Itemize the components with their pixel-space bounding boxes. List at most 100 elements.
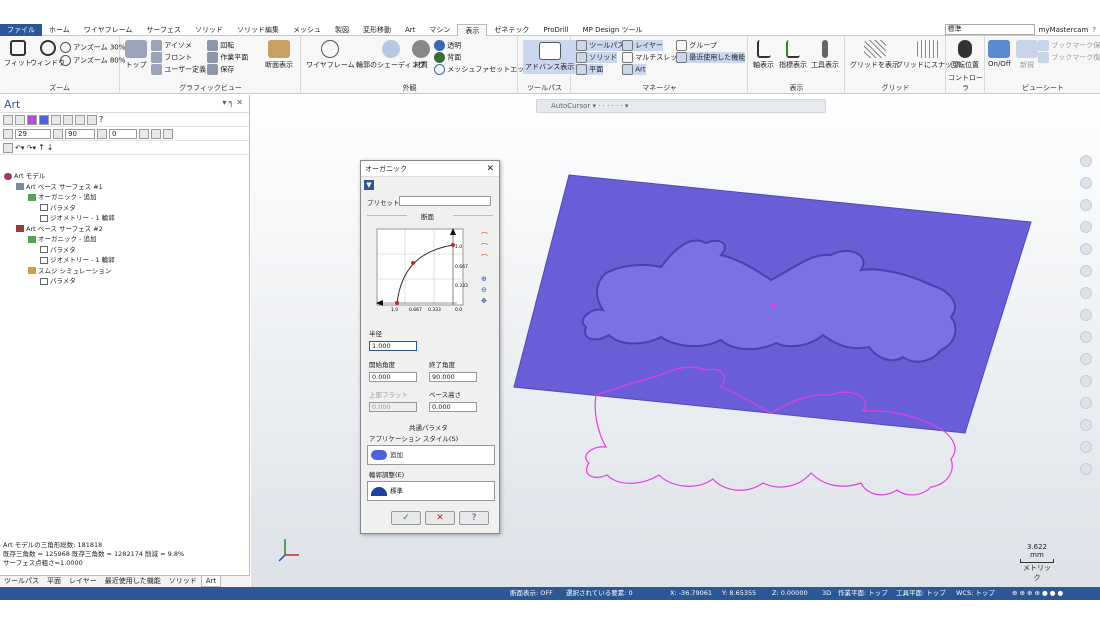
tab-prodrill[interactable]: ProDrill (536, 24, 575, 36)
manager-group[interactable]: グループ (676, 40, 717, 51)
help-icon[interactable]: ? (1092, 26, 1096, 34)
tree-node[interactable]: パラメタ (4, 276, 248, 287)
manager-art[interactable]: Art (622, 64, 646, 75)
manager-plane[interactable]: 平面 (576, 64, 604, 75)
tab-solid-edit[interactable]: ソリッド編集 (230, 24, 286, 36)
tab-wireframe[interactable]: ワイヤフレーム (77, 24, 140, 36)
help-button[interactable]: ? (459, 511, 489, 525)
view-control-icon[interactable] (1080, 287, 1092, 299)
panel-tool-icon[interactable] (3, 114, 13, 125)
panel-tool-icon[interactable] (39, 114, 49, 125)
base-height-input[interactable]: 0.000 (429, 402, 477, 412)
viewsheet-onoff-button[interactable]: On/Off (988, 40, 1011, 68)
zoom-out-icon[interactable]: ⊖ (481, 285, 493, 296)
help-icon[interactable]: ? (99, 115, 103, 124)
tab-machine[interactable]: マシン (422, 24, 457, 36)
view-status-icons[interactable]: ⊕ ⊕ ⊕ ⊕ ● ● ● (1012, 587, 1063, 600)
end-angle-input[interactable]: 90.000 (429, 372, 477, 382)
tab-file[interactable]: ファイル (0, 24, 42, 36)
viewsheet-new-button[interactable]: 新規 (1016, 40, 1038, 70)
translucent-button[interactable]: 透明 (434, 40, 461, 51)
tool-display-button[interactable]: 工具表示 (811, 40, 839, 70)
tree-node[interactable]: オーガニック - 追加 (4, 234, 248, 245)
move-down-icon[interactable]: ↓ (47, 143, 54, 152)
tab-view[interactable]: 表示 (457, 24, 488, 36)
view-control-icon[interactable] (1080, 353, 1092, 365)
manager-multithread[interactable]: マルチスレッド (622, 52, 684, 63)
tab-art[interactable]: Art (398, 24, 422, 36)
tab-toolpath[interactable]: ツールパス (0, 576, 43, 587)
radius-input[interactable]: 1.000 (369, 341, 417, 351)
view-control-icon[interactable] (1080, 375, 1092, 387)
cancel-button[interactable]: ✕ (425, 511, 455, 525)
front-view-button[interactable]: フロント (151, 52, 192, 63)
top-view-button[interactable]: トップ (125, 40, 147, 70)
view-control-icon[interactable] (1080, 155, 1092, 167)
angle1-input[interactable]: 29 (15, 128, 51, 139)
rotate-position-button[interactable]: 回転位置 (951, 40, 979, 70)
tree-node[interactable]: オーガニック - 追加 (4, 192, 248, 203)
start-angle-input[interactable]: 0.000 (369, 372, 417, 382)
pan-icon[interactable]: ✥ (481, 296, 493, 307)
panel-tool-icon[interactable] (3, 142, 13, 153)
work-plane-status[interactable]: 作業平面: トップ (838, 587, 888, 600)
guide-display-button[interactable]: 指標表示 (779, 40, 807, 70)
curve-tool-icon[interactable]: ⌒ (481, 253, 493, 264)
save-view-button[interactable]: 保存 (207, 64, 234, 75)
tree-node[interactable]: Art ベース サーフェス #2 (4, 224, 248, 235)
unzoom-80-button[interactable]: アンズーム 80% (60, 55, 125, 66)
curve-tool-icon[interactable]: ⌒ (481, 242, 493, 253)
bookmark-restore-button[interactable]: ブックマーク復元 (1038, 52, 1100, 63)
angle2-input[interactable]: 90 (65, 128, 95, 139)
mode-status[interactable]: 3D (822, 587, 831, 600)
close-icon[interactable]: ✕ (486, 161, 494, 177)
tree-node[interactable]: パラメタ (4, 245, 248, 256)
tab-drafting[interactable]: 製図 (328, 24, 356, 36)
collapse-icon[interactable]: ▼ (364, 180, 374, 190)
wireframe-button[interactable]: ワイヤフレーム (306, 40, 355, 70)
rotate-button[interactable]: 回転 (207, 40, 234, 51)
panel-tool-icon[interactable] (139, 128, 149, 139)
wcs-status[interactable]: WCS: トップ (956, 587, 995, 600)
curve-tool-icon[interactable]: ⌒ (481, 231, 493, 242)
view-control-icon[interactable] (1080, 419, 1092, 431)
tab-transform[interactable]: 変形移動 (356, 24, 398, 36)
work-plane-button[interactable]: 作業平面 (207, 52, 248, 63)
view-control-icon[interactable] (1080, 463, 1092, 475)
section-view-status[interactable]: 断面表示: OFF (510, 587, 553, 600)
advanced-display-button[interactable]: アドバンス表示 (523, 40, 577, 74)
view-control-icon[interactable] (1080, 243, 1092, 255)
tab-solid[interactable]: ソリッド (165, 576, 201, 587)
panel-tool-icon[interactable] (163, 128, 173, 139)
tab-genetek[interactable]: ゼネテック (487, 24, 536, 36)
panel-tool-icon[interactable] (87, 114, 97, 125)
top-flat-input[interactable]: 0.000 (369, 402, 417, 412)
tab-mp-design[interactable]: MP Design ツール (576, 24, 650, 36)
panel-pin-close-icon[interactable]: ▾ ╕ ✕ (222, 98, 243, 107)
view-control-icon[interactable] (1080, 221, 1092, 233)
layout-select[interactable]: 標準 (944, 24, 1035, 35)
preset-select[interactable] (399, 196, 491, 206)
axes-display-button[interactable]: 軸表示 (753, 40, 774, 70)
tree-node[interactable]: Art モデル (4, 171, 248, 182)
tab-home[interactable]: ホーム (42, 24, 77, 36)
tree-node[interactable]: ジオメトリー - 1 輪郭 (4, 213, 248, 224)
mesh-facet-button[interactable]: メッシュファセットエッジ (434, 64, 531, 75)
material-button[interactable]: 材質 (412, 40, 430, 70)
tab-layer[interactable]: レイヤー (65, 576, 101, 587)
zoom-in-icon[interactable]: ⊕ (481, 274, 493, 285)
panel-tool-icon[interactable] (151, 128, 161, 139)
tree-node[interactable]: ジオメトリー - 1 輪郭 (4, 255, 248, 266)
move-up-icon[interactable]: ↑ (38, 143, 45, 152)
tab-surface[interactable]: サーフェス (139, 24, 188, 36)
app-style-select[interactable]: 追加 (367, 445, 495, 465)
tab-solid[interactable]: ソリッド (188, 24, 230, 36)
view-control-icon[interactable] (1080, 331, 1092, 343)
contour-adjust-select[interactable]: 標準 (367, 481, 495, 501)
manager-solid[interactable]: ソリッド (576, 52, 618, 63)
panel-tool-icon[interactable] (63, 114, 73, 125)
unzoom-30-button[interactable]: アンズーム 30% (60, 42, 125, 53)
show-grid-button[interactable]: グリッドを表示 (850, 40, 899, 70)
ok-button[interactable]: ✓ (391, 511, 421, 525)
manager-layer[interactable]: レイヤー (622, 40, 664, 51)
